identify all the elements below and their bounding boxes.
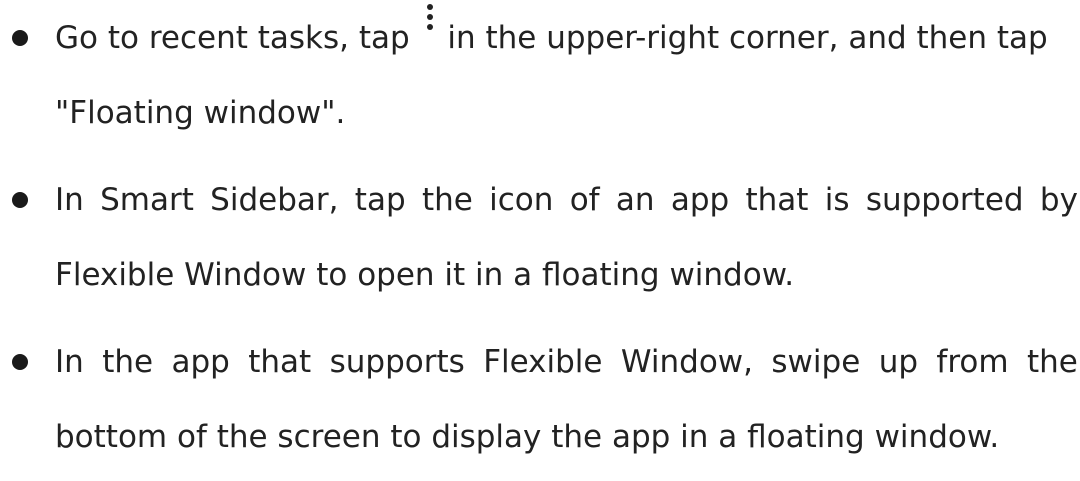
word: is [824, 182, 850, 218]
bullet-dot [12, 354, 28, 370]
more-options-icon [424, 4, 434, 36]
list-item-text-line: Flexible Window to open it in a floating… [55, 257, 795, 293]
word: Window, [620, 344, 753, 380]
word: supported [865, 182, 1024, 218]
word: the [1026, 344, 1078, 380]
word: by [1039, 182, 1078, 218]
word: In [55, 344, 84, 380]
bullet-dot [12, 30, 28, 46]
word: Smart [100, 182, 194, 218]
word: up [878, 344, 919, 380]
word: that [248, 344, 312, 380]
list-item-text-line: Go to recent tasks, tap in the upper-rig… [55, 4, 1078, 58]
list-item-text-line: "Floating window". [55, 95, 346, 131]
word: from [936, 344, 1009, 380]
list-item-text: in the upper-right corner, and then tap [447, 20, 1048, 56]
word: swipe [771, 344, 861, 380]
word: an [615, 182, 655, 218]
list-item-text-line: In Smart Sidebar, tap the icon of an app… [55, 180, 1078, 220]
list-item-text-line: In the app that supports Flexible Window… [55, 342, 1078, 382]
instruction-bullet-list: Go to recent tasks, tap in the upper-rig… [0, 0, 1080, 481]
word: that [745, 182, 809, 218]
word: of [569, 182, 600, 218]
bullet-dot [12, 192, 28, 208]
word: tap [354, 182, 406, 218]
word: the [421, 182, 473, 218]
word: In [55, 182, 84, 218]
word: app [171, 344, 230, 380]
list-item-text: Go to recent tasks, tap [55, 20, 410, 56]
word: Sidebar, [210, 182, 339, 218]
word: the [102, 344, 154, 380]
word: app [670, 182, 730, 218]
word: Flexible [483, 344, 603, 380]
word: icon [489, 182, 554, 218]
list-item-text-line: bottom of the screen to display the app … [55, 419, 1000, 455]
word: supports [329, 344, 465, 380]
